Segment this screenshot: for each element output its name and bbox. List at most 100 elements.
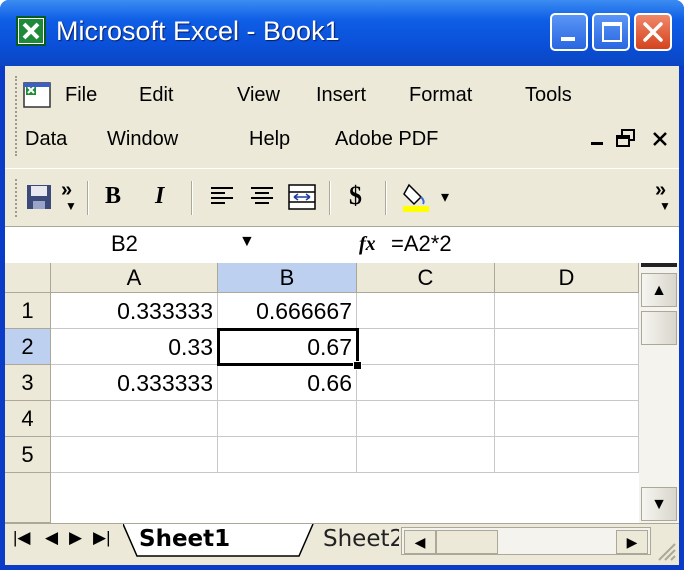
row-header-6[interactable] [5,473,51,523]
scroll-left-button[interactable]: ◀ [404,530,436,554]
cell-d1[interactable] [495,293,639,329]
row-header-3[interactable]: 3 [5,365,51,401]
currency-style-button[interactable]: $ [349,181,362,211]
row-header-4[interactable]: 4 [5,401,51,437]
menu-adobe-pdf[interactable]: Adobe PDF [335,128,438,151]
menu-insert[interactable]: Insert [316,84,366,107]
scroll-up-button[interactable]: ▲ [641,273,677,307]
doc-close-icon[interactable] [651,130,669,148]
excel-window: Microsoft Excel - Book1 File Edit View I… [0,0,684,570]
fill-color-dropdown[interactable]: ▾ [441,187,449,207]
menu-format[interactable]: Format [409,84,472,107]
cell-a5[interactable] [51,437,218,473]
cell-d5[interactable] [495,437,639,473]
menu-window[interactable]: Window [107,128,178,151]
cell-a3[interactable]: 0.333333 [51,365,218,401]
cell-c1[interactable] [357,293,495,329]
cell-a4[interactable] [51,401,218,437]
name-box-value[interactable]: B2 [111,231,138,257]
minimize-icon [561,37,575,41]
arrow-right-icon: ▶ [626,534,638,550]
scroll-right-button[interactable]: ▶ [616,530,648,554]
column-header-a[interactable]: A [51,263,218,293]
excel-client-area: File Edit View Insert Format Tools Data … [5,66,679,565]
cell-d2[interactable] [495,329,639,365]
select-all-corner[interactable] [5,263,51,293]
horizontal-scroll-thumb[interactable] [436,530,498,554]
chevron-down-icon: ▼ [659,199,671,213]
horizontal-scrollbar[interactable]: ◀ ▶ [401,527,651,555]
cell-b1[interactable]: 0.666667 [218,293,357,329]
toolbar-separator [329,181,331,215]
cell-a2[interactable]: 0.33 [51,329,218,365]
sheet-tab-sheet2-clip: Sheet2 [319,524,399,554]
align-left-icon[interactable] [209,185,235,209]
arrow-left-icon: ◀ [414,534,426,550]
fill-handle[interactable] [353,361,362,370]
sheet-tab-bar: |◀ ◀ ▶ ▶| Sheet1 Sheet2 ◀ ▶ [5,523,679,558]
cell-a1[interactable]: 0.333333 [51,293,218,329]
toolbar-separator [385,181,387,215]
minimize-button[interactable] [550,13,588,51]
toolbar-grip[interactable] [15,179,21,217]
italic-button[interactable]: I [155,183,164,210]
next-sheet-icon[interactable]: ▶ [69,528,82,548]
resize-grip-icon[interactable] [655,540,677,562]
workbook-doc-icon[interactable] [23,82,51,108]
vertical-scrollbar[interactable]: ▲ ▼ [639,263,679,523]
sheet-tab-sheet2[interactable]: Sheet2 [323,524,399,554]
formatting-toolbar: » ▼ B I $ ▾ » ▼ [5,168,679,227]
scroll-thumb[interactable] [641,311,677,345]
name-box-dropdown-icon[interactable]: ▼ [239,233,255,251]
cell-d3[interactable] [495,365,639,401]
arrow-down-icon: ▼ [651,496,667,513]
row-header-1[interactable]: 1 [5,293,51,329]
align-center-icon[interactable] [249,185,275,209]
last-sheet-icon[interactable]: ▶| [93,528,111,548]
menu-tools[interactable]: Tools [525,84,572,107]
active-cell-border[interactable] [217,328,359,366]
menu-edit[interactable]: Edit [139,84,173,107]
maximize-button[interactable] [592,13,630,51]
status-bar [5,557,679,565]
toolbar-separator [87,181,89,215]
cell-d4[interactable] [495,401,639,437]
scroll-down-button[interactable]: ▼ [641,487,677,521]
bold-button[interactable]: B [105,183,121,210]
row-header-5[interactable]: 5 [5,437,51,473]
cell-b3[interactable]: 0.66 [218,365,357,401]
close-button[interactable] [634,13,672,51]
cell-b5[interactable] [218,437,357,473]
prev-sheet-icon[interactable]: ◀ [45,528,58,548]
row-header-2[interactable]: 2 [5,329,51,365]
cell-c5[interactable] [357,437,495,473]
scrollbar-split-box[interactable] [641,263,677,267]
column-header-c[interactable]: C [357,263,495,293]
insert-function-icon[interactable]: fx [359,233,376,256]
doc-restore-icon[interactable] [615,128,637,150]
cell-c3[interactable] [357,365,495,401]
menu-file[interactable]: File [65,84,97,107]
close-icon [643,22,663,42]
sheet-tab-sheet1[interactable]: Sheet1 [139,524,230,554]
worksheet-grid[interactable]: A B C D 1 2 3 4 5 0.333333 0.666667 0.33… [5,263,639,523]
column-header-b[interactable]: B [218,263,357,293]
title-bar[interactable]: Microsoft Excel - Book1 [0,0,684,66]
menu-data[interactable]: Data [25,128,67,151]
cell-b4[interactable] [218,401,357,437]
name-box[interactable]: B2 ▼ [5,227,255,263]
formula-input[interactable]: =A2*2 [391,231,452,257]
excel-app-icon[interactable] [16,16,46,46]
cell-c4[interactable] [357,401,495,437]
column-header-d[interactable]: D [495,263,639,293]
menu-view[interactable]: View [237,84,280,107]
doc-minimize-icon[interactable] [591,126,603,145]
cell-c2[interactable] [357,329,495,365]
fill-color-icon[interactable] [401,181,431,213]
save-icon[interactable] [25,183,53,211]
merge-center-icon[interactable] [287,183,317,211]
maximize-icon [602,22,622,42]
menubar-grip[interactable] [15,76,21,156]
menu-help[interactable]: Help [249,128,290,151]
first-sheet-icon[interactable]: |◀ [13,528,31,548]
